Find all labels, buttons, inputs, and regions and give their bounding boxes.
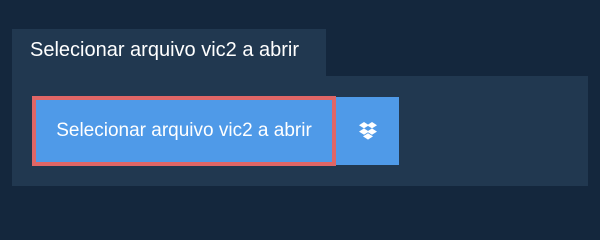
select-file-button-label: Selecionar arquivo vic2 a abrir xyxy=(56,120,312,141)
tab-label: Selecionar arquivo vic2 a abrir xyxy=(30,39,300,61)
tab-select-file[interactable]: Selecionar arquivo vic2 a abrir xyxy=(12,29,326,76)
dropbox-button[interactable] xyxy=(336,97,399,165)
select-file-button[interactable]: Selecionar arquivo vic2 a abrir xyxy=(32,96,336,166)
dropbox-icon xyxy=(358,122,378,140)
file-picker-panel: Selecionar arquivo vic2 a abrir xyxy=(12,76,588,186)
